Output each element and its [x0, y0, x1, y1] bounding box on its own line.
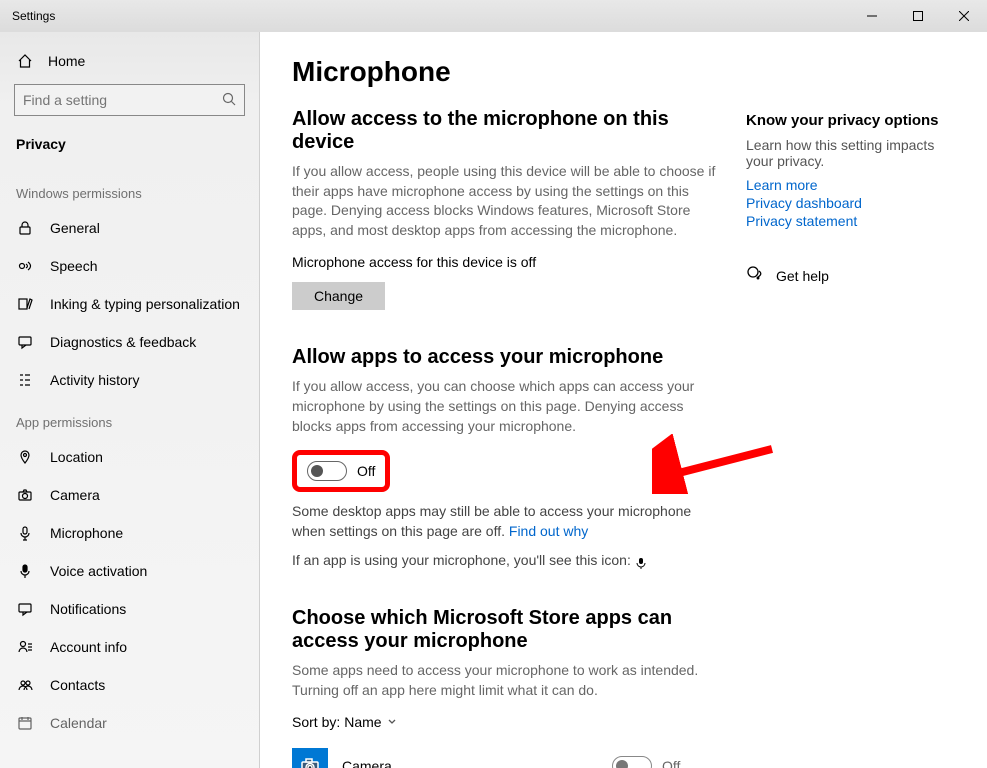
sort-dropdown[interactable]: Sort by: Name: [292, 714, 722, 730]
section-app-access: Allow apps to access your microphone If …: [292, 346, 722, 571]
chevron-down-icon: [386, 714, 398, 730]
find-out-why-link[interactable]: Find out why: [509, 523, 588, 539]
sidebar-section-app-permissions: App permissions: [0, 399, 259, 438]
breadcrumb: Privacy: [0, 126, 259, 170]
camera-icon: [16, 486, 34, 504]
app-name: Camera: [342, 758, 598, 768]
sidebar-item-contacts[interactable]: Contacts: [0, 666, 259, 704]
aside-link-learn-more[interactable]: Learn more: [746, 177, 955, 193]
section-desc: If you allow access, you can choose whic…: [292, 377, 722, 436]
sidebar-item-label: Speech: [50, 258, 97, 274]
sidebar-item-general[interactable]: General: [0, 209, 259, 247]
microphone-indicator-icon: [635, 555, 649, 569]
sidebar-item-microphone[interactable]: Microphone: [0, 514, 259, 552]
sidebar-item-inking[interactable]: Inking & typing personalization: [0, 285, 259, 323]
sidebar-item-label: General: [50, 220, 100, 236]
close-button[interactable]: [941, 0, 987, 32]
page-title: Microphone: [292, 56, 955, 88]
sidebar-item-diagnostics[interactable]: Diagnostics & feedback: [0, 323, 259, 361]
sidebar-item-label: Location: [50, 449, 103, 465]
sidebar-item-location[interactable]: Location: [0, 438, 259, 476]
aside-title: Know your privacy options: [746, 112, 955, 129]
desktop-note: Some desktop apps may still be able to a…: [292, 502, 722, 541]
feedback-icon: [16, 333, 34, 351]
activity-icon: [16, 371, 34, 389]
speech-icon: [16, 257, 34, 275]
aside-text: Learn how this setting impacts your priv…: [746, 137, 955, 169]
home-icon: [16, 52, 34, 70]
app-access-toggle[interactable]: [307, 461, 347, 481]
account-icon: [16, 638, 34, 656]
contacts-icon: [16, 676, 34, 694]
camera-app-icon: [292, 748, 328, 768]
sidebar-item-label: Camera: [50, 487, 100, 503]
sidebar: Home Privacy Windows permissions General…: [0, 32, 260, 768]
sidebar-item-camera[interactable]: Camera: [0, 476, 259, 514]
section-title: Allow access to the microphone on this d…: [292, 108, 722, 154]
section-desc: Some apps need to access your microphone…: [292, 661, 722, 700]
sidebar-item-label: Diagnostics & feedback: [50, 334, 196, 350]
in-use-note: If an app is using your microphone, you'…: [292, 551, 722, 571]
search-input[interactable]: [23, 92, 222, 108]
sidebar-item-speech[interactable]: Speech: [0, 247, 259, 285]
app-toggle-camera[interactable]: [612, 756, 652, 768]
calendar-icon: [16, 714, 34, 732]
toggle-state: Off: [357, 463, 375, 479]
location-icon: [16, 448, 34, 466]
inking-icon: [16, 295, 34, 313]
sidebar-item-label: Inking & typing personalization: [50, 296, 240, 312]
voice-activation-icon: [16, 562, 34, 580]
window-controls: [849, 0, 987, 32]
sidebar-home[interactable]: Home: [0, 42, 259, 80]
lock-icon: [16, 219, 34, 237]
sidebar-item-account-info[interactable]: Account info: [0, 628, 259, 666]
sidebar-item-voice-activation[interactable]: Voice activation: [0, 552, 259, 590]
sidebar-item-label: Contacts: [50, 677, 105, 693]
home-label: Home: [48, 53, 85, 69]
app-toggle-state: Off: [662, 758, 680, 768]
aside-panel: Know your privacy options Learn how this…: [746, 108, 955, 768]
section-device-access: Allow access to the microphone on this d…: [292, 108, 722, 310]
sidebar-item-label: Account info: [50, 639, 127, 655]
main-content: Microphone Allow access to the microphon…: [260, 32, 987, 768]
minimize-button[interactable]: [849, 0, 895, 32]
search-icon: [222, 92, 236, 109]
section-desc: If you allow access, people using this d…: [292, 162, 722, 240]
maximize-button[interactable]: [895, 0, 941, 32]
app-row-camera: Camera Off: [292, 742, 722, 768]
sidebar-section-windows-permissions: Windows permissions: [0, 170, 259, 209]
section-title: Choose which Microsoft Store apps can ac…: [292, 607, 722, 653]
sidebar-item-label: Calendar: [50, 715, 107, 731]
aside-link-privacy-dashboard[interactable]: Privacy dashboard: [746, 195, 955, 211]
titlebar: Settings: [0, 0, 987, 32]
window-title: Settings: [12, 9, 55, 23]
section-store-apps: Choose which Microsoft Store apps can ac…: [292, 607, 722, 768]
aside-link-privacy-statement[interactable]: Privacy statement: [746, 213, 955, 229]
notifications-icon: [16, 600, 34, 618]
sidebar-item-calendar[interactable]: Calendar: [0, 704, 259, 742]
microphone-icon: [16, 524, 34, 542]
section-title: Allow apps to access your microphone: [292, 346, 722, 369]
sidebar-item-label: Activity history: [50, 372, 139, 388]
sidebar-item-notifications[interactable]: Notifications: [0, 590, 259, 628]
get-help[interactable]: Get help: [746, 265, 955, 286]
help-label: Get help: [776, 268, 829, 284]
change-button[interactable]: Change: [292, 282, 385, 310]
sidebar-item-label: Microphone: [50, 525, 123, 541]
help-icon: [746, 265, 764, 286]
device-access-status: Microphone access for this device is off: [292, 254, 722, 270]
sidebar-item-activity-history[interactable]: Activity history: [0, 361, 259, 399]
search-box[interactable]: [14, 84, 245, 116]
sidebar-item-label: Notifications: [50, 601, 126, 617]
sidebar-item-label: Voice activation: [50, 563, 147, 579]
annotation-highlight: Off: [292, 450, 390, 492]
